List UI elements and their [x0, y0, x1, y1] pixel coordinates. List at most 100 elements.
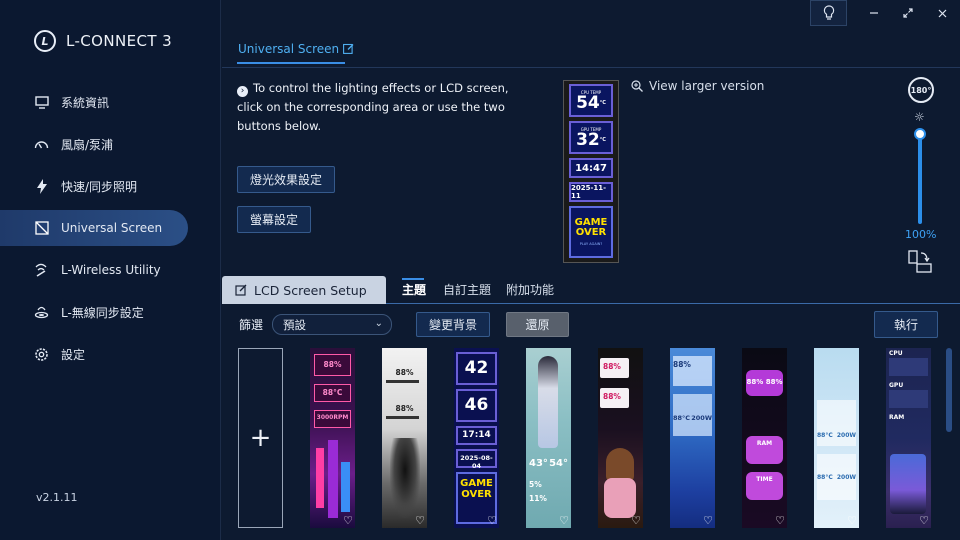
screen-settings-button[interactable]: 螢幕設定 — [237, 206, 311, 233]
favorite-heart-icon[interactable]: ♡ — [919, 514, 929, 527]
lian-li-logo: L — [34, 30, 56, 52]
edit-icon[interactable] — [343, 43, 354, 54]
zoom-in-icon — [631, 80, 643, 92]
sidebar-item-fan-pump[interactable]: 風扇/泵浦 — [0, 123, 221, 165]
theme-text: 200W — [836, 474, 856, 481]
theme-art — [341, 462, 350, 512]
filter-label: 篩選 — [239, 318, 264, 332]
lcd-screen-setup-tab[interactable]: LCD Screen Setup — [222, 276, 386, 304]
sidebar-item-settings[interactable]: 設定 — [0, 333, 221, 375]
info-text: › To control the lighting effects or LCD … — [237, 79, 527, 136]
theme-card[interactable]: 88°C 200W 88°C 200W ♡ — [814, 348, 859, 528]
game-over-text: GAME OVER — [574, 217, 608, 238]
maximize-button[interactable] — [890, 0, 926, 26]
theme-card[interactable]: 88% 88°C 200W ♡ — [670, 348, 715, 528]
play-again-text: PLAY AGAIN? — [579, 242, 603, 246]
add-theme-button[interactable]: + — [238, 348, 283, 528]
tips-bulb-button[interactable] — [810, 0, 847, 26]
sidebar-item-system-info[interactable]: 系統資訊 — [0, 81, 221, 123]
sidebar-item-universal-screen[interactable]: Universal Screen — [0, 210, 188, 246]
theme-text: 200W — [691, 414, 712, 422]
theme-text: 3000RPM — [316, 414, 349, 421]
screen-slash-icon — [34, 221, 49, 236]
theme-widget — [889, 358, 928, 376]
preview-date[interactable]: 2025-11-11 — [569, 182, 613, 202]
brightness-value: 100% — [905, 228, 937, 241]
theme-text: 88% — [603, 362, 621, 371]
brand: L L-CONNECT 3 — [34, 30, 172, 52]
theme-card[interactable]: 43° 54° 5% 11% ♡ — [526, 348, 571, 528]
sidebar-item-wireless-sync[interactable]: L-無線同步設定 — [0, 291, 221, 333]
theme-card[interactable]: CPU GPU RAM ♡ — [886, 348, 931, 528]
restore-button[interactable]: 還原 — [506, 312, 569, 337]
theme-card[interactable]: 42 46 17:14 2025-08-04 GAME OVER ♡ — [454, 348, 499, 528]
theme-text: 88% — [323, 360, 342, 369]
title-bar — [222, 0, 960, 26]
preview-cpu-temp[interactable]: CPU TEMP 54°C — [569, 84, 613, 117]
cpu-temp-unit: °C — [599, 99, 606, 106]
theme-text: 17:14 — [462, 430, 491, 440]
favorite-heart-icon[interactable]: ♡ — [703, 514, 713, 527]
swap-screen-icon[interactable] — [907, 250, 933, 274]
app-name: L-CONNECT 3 — [66, 32, 173, 50]
favorite-heart-icon[interactable]: ♡ — [343, 514, 353, 527]
minimize-button[interactable] — [856, 0, 892, 26]
close-button[interactable] — [924, 0, 960, 26]
monitor-icon — [34, 95, 49, 110]
theme-text: RAM — [889, 414, 905, 421]
active-tab-indicator — [402, 278, 424, 280]
execute-button[interactable]: 執行 — [874, 311, 938, 338]
theme-card[interactable]: 88% 88% RAM TIME ♡ — [742, 348, 787, 528]
sidebar-item-wireless-utility[interactable]: L-Wireless Utility — [0, 249, 221, 291]
sidebar-item-label: 設定 — [61, 347, 86, 362]
brightness-slider-track[interactable] — [918, 131, 922, 224]
theme-scrollbar[interactable] — [946, 348, 952, 432]
theme-text: 42 — [464, 358, 489, 378]
theme-text: GPU — [889, 382, 904, 389]
tab-universal-screen[interactable]: Universal Screen — [238, 42, 354, 56]
sidebar-item-label: L-無線同步設定 — [61, 305, 144, 320]
theme-text: 46 — [464, 395, 489, 415]
tab-custom-themes[interactable]: 自訂主題 — [443, 281, 491, 298]
rotate-180-button[interactable]: 180° — [908, 77, 934, 103]
filter-value: 預設 — [283, 317, 306, 332]
favorite-heart-icon[interactable]: ♡ — [631, 514, 641, 527]
theme-card[interactable]: 88% 88% ♡ — [598, 348, 643, 528]
favorite-heart-icon[interactable]: ♡ — [847, 514, 857, 527]
tab-label: Universal Screen — [238, 42, 340, 56]
theme-art — [316, 448, 324, 508]
brightness-slider-knob[interactable] — [914, 128, 926, 140]
change-background-button[interactable]: 變更背景 — [416, 312, 490, 337]
theme-text: TIME — [756, 476, 773, 483]
view-larger-link[interactable]: View larger version — [631, 79, 764, 93]
lcd-preview[interactable]: CPU TEMP 54°C GPU TEMP 32°C 14:47 2025-1… — [563, 80, 619, 263]
close-icon — [938, 9, 946, 17]
edit-icon — [235, 284, 247, 296]
theme-text: 5% — [529, 480, 542, 489]
theme-card[interactable]: 88% 88°C 3000RPM ♡ — [310, 348, 355, 528]
preview-time[interactable]: 14:47 — [569, 158, 613, 178]
preview-gpu-temp[interactable]: GPU TEMP 32°C — [569, 121, 613, 154]
brightness-icon: ☼ — [914, 110, 925, 124]
tab-extras[interactable]: 附加功能 — [506, 281, 554, 298]
cpu-temp-value: 54 — [576, 92, 600, 113]
rotate-label: 180° — [910, 85, 932, 95]
lighting-effects-button[interactable]: 燈光效果設定 — [237, 166, 335, 193]
preview-game-over[interactable]: GAME OVER PLAY AGAIN? — [569, 206, 613, 258]
theme-text: 88°C — [322, 388, 343, 397]
theme-text: 88% — [603, 392, 621, 401]
favorite-heart-icon[interactable]: ♡ — [415, 514, 425, 527]
favorite-heart-icon[interactable]: ♡ — [559, 514, 569, 527]
filter-select[interactable]: 預設 ⌄ — [272, 314, 392, 335]
lcd-setup-label: LCD Screen Setup — [254, 282, 367, 298]
theme-card[interactable]: 88% 88% ♡ — [382, 348, 427, 528]
theme-text: 2025-08-04 — [460, 454, 493, 470]
theme-text: CPU — [889, 350, 903, 357]
tab-themes[interactable]: 主題 — [402, 281, 426, 298]
theme-text: 88% — [395, 404, 414, 413]
favorite-heart-icon[interactable]: ♡ — [775, 514, 785, 527]
sidebar-item-quick-lighting[interactable]: 快速/同步照明 — [0, 165, 221, 207]
theme-bar — [386, 380, 419, 383]
favorite-heart-icon[interactable]: ♡ — [487, 514, 497, 527]
chevron-right-icon: › — [237, 86, 248, 97]
